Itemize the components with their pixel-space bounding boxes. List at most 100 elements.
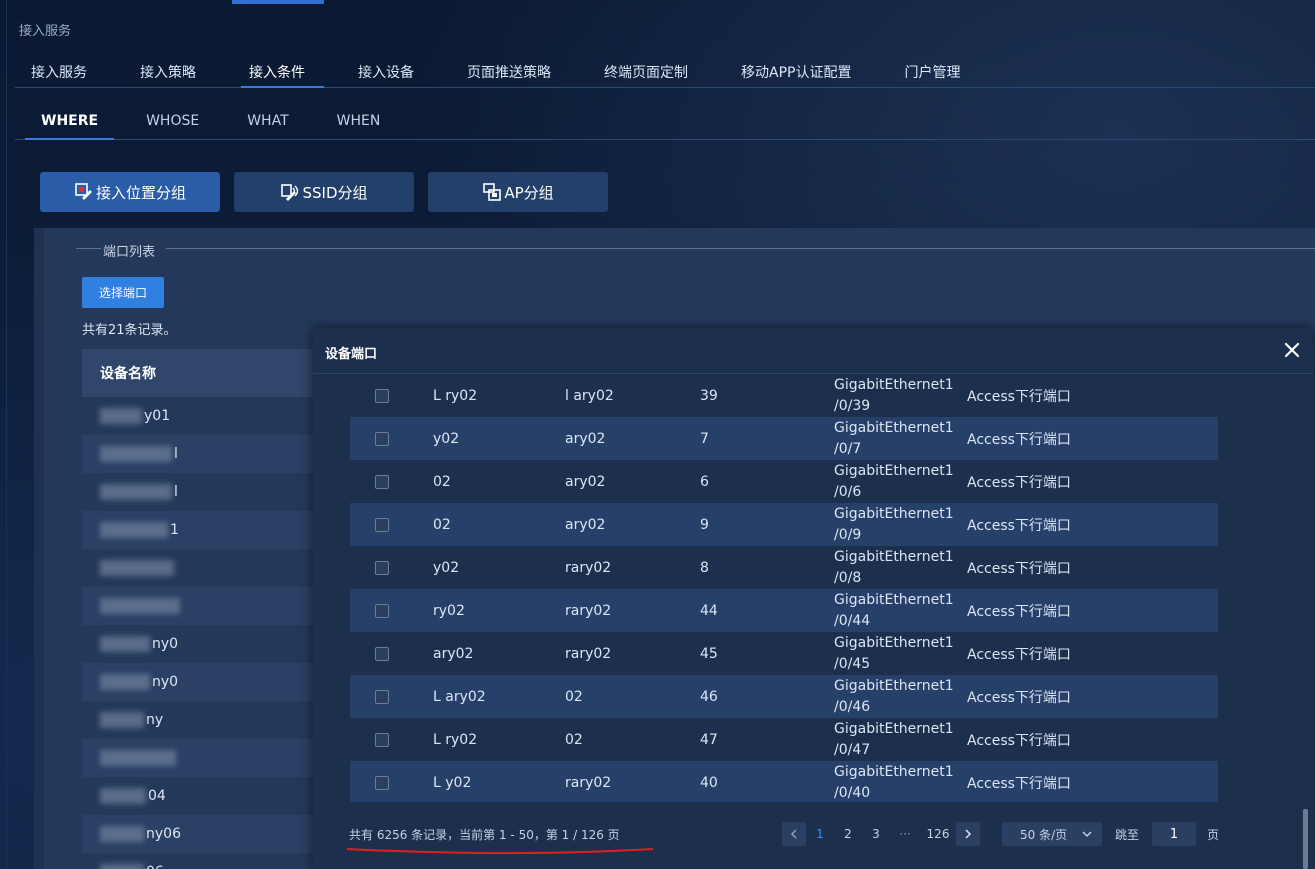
device-name-cell: 02 — [433, 516, 451, 533]
record-count: 共有21条记录。 — [82, 323, 177, 338]
tab-when[interactable]: WHEN — [311, 103, 397, 139]
device-name-cell: L ary02 — [433, 688, 486, 705]
chevron-left-icon — [790, 829, 797, 839]
tab-access-service[interactable]: 接入服务 — [15, 54, 103, 87]
table-row[interactable]: y02 ary02 7 GigabitEthernet1/0/7 Access下… — [350, 417, 1218, 460]
row-checkbox[interactable] — [375, 775, 389, 790]
chevron-down-icon — [1082, 831, 1092, 838]
tab-terminal-page-custom[interactable]: 终端页面定制 — [588, 54, 704, 87]
table-row[interactable]: L ary02 02 46 GigabitEthernet1/0/46 Acce… — [350, 675, 1218, 718]
table-row[interactable]: 02 ary02 6 GigabitEthernet1/0/6 Access下行… — [350, 460, 1218, 503]
port-number-cell: 45 — [700, 645, 718, 662]
device-name-header: 设备名称 — [82, 349, 322, 397]
table-row[interactable]: l — [82, 473, 322, 511]
table-row[interactable]: 1 — [82, 511, 322, 549]
close-icon[interactable] — [1281, 339, 1303, 361]
table-row[interactable]: y02 rary02 8 GigabitEthernet1/0/8 Access… — [350, 546, 1218, 589]
prev-page-button[interactable] — [782, 822, 806, 846]
page-size-select[interactable]: 50 条/页 — [1002, 822, 1102, 846]
tab-access-policy[interactable]: 接入策略 — [124, 54, 212, 87]
row-checkbox[interactable] — [375, 388, 389, 403]
device-group-cell: rary02 — [565, 774, 612, 791]
page-1[interactable]: 1 — [806, 827, 834, 841]
table-row[interactable]: L ry02 l ary02 39 GigabitEthernet1/0/39 … — [350, 374, 1218, 417]
page-2[interactable]: 2 — [834, 827, 862, 841]
table-row[interactable]: ny06 — [82, 815, 322, 853]
device-port-modal: 设备端口 L ry02 l ary02 39 GigabitEthernet1/… — [313, 328, 1313, 869]
pagination: 1 2 3 ··· 126 50 条/页 跳至 页 — [782, 822, 1219, 846]
port-type-cell: Access下行端口 — [967, 689, 1071, 706]
table-row[interactable] — [82, 739, 322, 777]
port-type-cell: Access下行端口 — [967, 732, 1071, 749]
table-row[interactable]: ary02 rary02 45 GigabitEthernet1/0/45 Ac… — [350, 632, 1218, 675]
table-row[interactable]: 04 — [82, 777, 322, 815]
tab-whose[interactable]: WHOSE — [120, 103, 215, 139]
choose-port-button[interactable]: 选择端口 — [82, 277, 164, 308]
pager-summary: 共有 6256 条记录，当前第 1 - 50，第 1 / 126 页 — [349, 828, 620, 842]
device-name-cell: L ry02 — [433, 387, 478, 404]
device-name-cell: 02 — [433, 473, 451, 490]
device-name-cell: ary02 — [433, 645, 474, 662]
legend-divider-right — [166, 248, 1315, 249]
location-group-button[interactable]: 接入位置分组 — [40, 172, 220, 212]
sub-tab-bar: WHERE WHOSE WHAT WHEN — [15, 103, 1315, 140]
table-row[interactable]: ny — [82, 701, 322, 739]
next-page-button[interactable] — [956, 822, 980, 846]
row-checkbox[interactable] — [375, 560, 389, 575]
row-checkbox[interactable] — [375, 689, 389, 704]
page-3[interactable]: 3 — [862, 827, 890, 841]
ssid-group-label: SSID分组 — [302, 183, 368, 202]
top-accent-bar — [232, 0, 324, 4]
tab-what[interactable]: WHAT — [221, 103, 304, 139]
table-row[interactable]: 02 ary02 9 GigabitEthernet1/0/9 Access下行… — [350, 503, 1218, 546]
port-name-cell: GigabitEthernet1/0/45 — [834, 634, 954, 672]
row-checkbox[interactable] — [375, 474, 389, 489]
tab-access-device[interactable]: 接入设备 — [342, 54, 430, 87]
table-row[interactable] — [82, 587, 322, 625]
page-size-value: 50 条/页 — [1020, 827, 1068, 842]
port-type-cell: Access下行端口 — [967, 560, 1071, 577]
table-row[interactable]: ny0 — [82, 663, 322, 701]
page-last[interactable]: 126 — [920, 827, 956, 841]
row-checkbox[interactable] — [375, 431, 389, 446]
port-name-cell: GigabitEthernet1/0/40 — [834, 763, 954, 801]
modal-title: 设备端口 — [325, 347, 378, 362]
ap-group-button[interactable]: AP分组 — [428, 172, 608, 212]
table-row[interactable]: ry02 rary02 44 GigabitEthernet1/0/44 Acc… — [350, 589, 1218, 632]
port-type-cell: Access下行端口 — [967, 517, 1071, 534]
ap-group-icon — [483, 183, 502, 201]
modal-scrollbar[interactable] — [1303, 809, 1308, 869]
port-name-cell: GigabitEthernet1/0/7 — [834, 419, 954, 457]
tab-where[interactable]: WHERE — [15, 103, 115, 140]
device-group-cell: ary02 — [565, 473, 606, 490]
table-row[interactable]: l — [82, 435, 322, 473]
page-ellipsis[interactable]: ··· — [890, 827, 920, 841]
table-row[interactable]: L y02 rary02 40 GigabitEthernet1/0/40 Ac… — [350, 761, 1218, 802]
tab-page-push-policy[interactable]: 页面推送策略 — [451, 54, 567, 87]
port-type-cell: Access下行端口 — [967, 474, 1071, 491]
table-row[interactable] — [82, 549, 322, 587]
tab-portal-management[interactable]: 门户管理 — [888, 54, 976, 87]
jump-page-input[interactable] — [1152, 822, 1197, 846]
ssid-group-button[interactable]: SSID分组 — [234, 172, 414, 212]
port-number-cell: 6 — [700, 473, 709, 490]
row-checkbox[interactable] — [375, 517, 389, 532]
port-table: 设备名称 y01 l l 1 ny0 ny0 ny 04 ny06 06 — [82, 349, 322, 869]
port-name-cell: GigabitEthernet1/0/8 — [834, 548, 954, 586]
device-group-cell: rary02 — [565, 602, 612, 619]
legend-divider-left — [76, 248, 101, 249]
row-checkbox[interactable] — [375, 603, 389, 618]
row-checkbox[interactable] — [375, 732, 389, 747]
table-row[interactable]: 06 — [82, 853, 322, 869]
port-type-cell: Access下行端口 — [967, 603, 1071, 620]
tab-mobile-app-auth[interactable]: 移动APP认证配置 — [725, 54, 867, 87]
table-row[interactable]: L ry02 02 47 GigabitEthernet1/0/47 Acces… — [350, 718, 1218, 761]
port-name-cell: GigabitEthernet1/0/9 — [834, 505, 954, 543]
port-name-cell: GigabitEthernet1/0/46 — [834, 677, 954, 715]
port-number-cell: 44 — [700, 602, 718, 619]
tab-access-condition[interactable]: 接入条件 — [233, 54, 324, 88]
row-checkbox[interactable] — [375, 646, 389, 661]
table-row[interactable]: y01 — [82, 397, 322, 435]
port-number-cell: 40 — [700, 774, 718, 791]
table-row[interactable]: ny0 — [82, 625, 322, 663]
